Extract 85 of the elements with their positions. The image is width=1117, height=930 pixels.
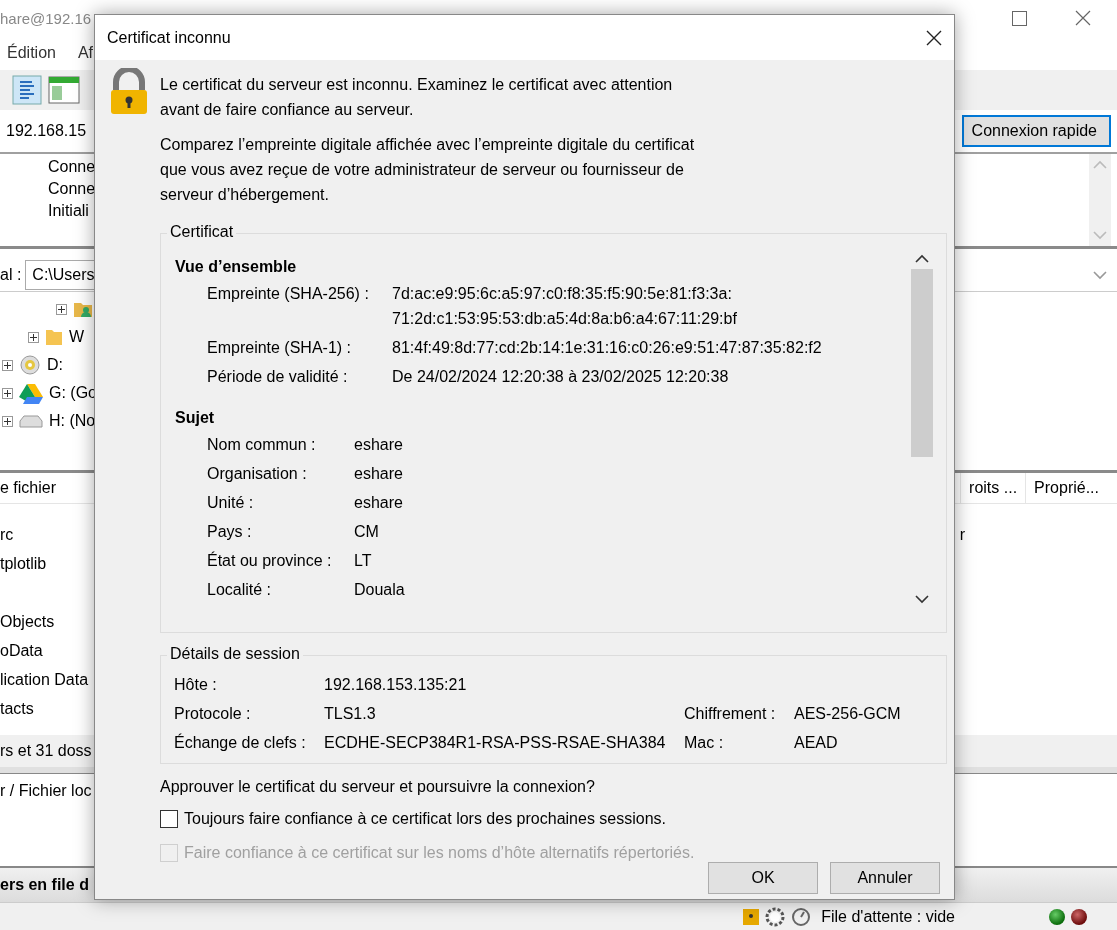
- field-value: TLS1.3: [324, 704, 377, 724]
- field-value: eshare: [354, 493, 404, 513]
- dialog-title: Certificat inconnu: [107, 28, 231, 47]
- question-text: Approuver le certificat du serveur et poursuivre la connexion?: [160, 778, 596, 796]
- column-header[interactable]: e fichier: [0, 479, 57, 497]
- scroll-thumb[interactable]: [911, 269, 933, 457]
- field-label: Hôte :: [174, 675, 218, 695]
- dialog-button[interactable]: Annuler: [830, 862, 940, 894]
- expand-toggle[interactable]: [2, 359, 13, 371]
- triangle-logo-icon: [19, 382, 43, 404]
- field-value: ECDHE-SECP384R1-RSA-PSS-RSAE-SHA384: [324, 733, 667, 753]
- section-heading: Sujet: [175, 407, 216, 428]
- intro-text: Le certificat du serveur est inconnu. Examinez le certificat avec attention avant de faire confiance au serveur.: [160, 75, 674, 120]
- field-label: Chiffrement :: [684, 704, 777, 724]
- field-label: Localité :: [207, 580, 273, 600]
- tree-item[interactable]: H: (No: [49, 412, 96, 430]
- menu-item[interactable]: Af: [77, 44, 94, 62]
- field-label: Échange de clefs :: [174, 732, 307, 753]
- log-line: Conne: [48, 158, 96, 176]
- field-value: Douala: [354, 580, 406, 600]
- field-value: LT: [354, 551, 373, 571]
- field-label: Nom commun :: [207, 435, 317, 455]
- file-name[interactable]: lication Data: [0, 670, 89, 689]
- expand-toggle[interactable]: [28, 331, 39, 343]
- queue-status: File d'attente : vide: [821, 907, 955, 926]
- folder-icon: [45, 327, 63, 347]
- field-value: AES-256-GCM: [794, 704, 902, 724]
- field-label: État ou province :: [207, 550, 333, 571]
- file-name[interactable]: tplotlib: [0, 554, 47, 573]
- field-value: 7d:ac:e9:95:6c:a5:97:c0:f8:35:f5:90:5e:81:f3:3a: 71:2d:c1:53:95:53:db:a5:4d:8a:b6:a4:67:11:29:bf: [392, 284, 738, 329]
- status-light: [1049, 908, 1065, 925]
- tree-item[interactable]: D:: [47, 356, 63, 374]
- file-name[interactable]: oData: [0, 641, 43, 660]
- field-value: 81:4f:49:8d:77:cd:2b:14:1e:31:16:c0:26:e9:51:47:87:35:82:f2: [392, 338, 823, 358]
- document-icon[interactable]: [12, 75, 42, 105]
- instruction-text: Comparez l’empreinte digitale affichée avec l’empreinte digitale du certificat que vous avez reçue de votre administrateur de serveur ou fournisseur de serveur d’hébergement.: [160, 135, 696, 205]
- scroll-up-icon[interactable]: [915, 254, 929, 263]
- column-header[interactable]: Proprié...: [1025, 473, 1107, 503]
- column-header[interactable]: r / Fichier loc: [0, 782, 92, 799]
- window-layout-icon[interactable]: [48, 75, 80, 105]
- scroll-down-icon[interactable]: [915, 595, 929, 604]
- field-label: Période de validité :: [207, 367, 349, 387]
- field-label: Protocole :: [174, 704, 252, 724]
- expand-toggle[interactable]: [56, 303, 67, 315]
- file-name[interactable]: tacts: [0, 699, 34, 718]
- file-name[interactable]: rc: [0, 525, 14, 544]
- field-label: Pays :: [207, 522, 253, 542]
- field-label: Mac :: [684, 733, 725, 753]
- queue-tab[interactable]: ers en file d: [0, 876, 89, 894]
- lock-icon: [743, 908, 760, 925]
- expand-toggle[interactable]: [2, 387, 13, 399]
- field-value: eshare: [354, 464, 404, 484]
- field-label: Unité :: [207, 493, 255, 513]
- field-value: eshare: [354, 435, 404, 455]
- log-line: Conne: [48, 180, 96, 198]
- gauge-icon: [791, 906, 812, 927]
- status-light: [1071, 908, 1087, 925]
- disc-drive-icon: [19, 354, 41, 376]
- close-icon[interactable]: [926, 29, 942, 46]
- gear-icon: [765, 906, 786, 927]
- checkbox[interactable]: [160, 810, 178, 828]
- section-heading: Vue d’ensemble: [175, 256, 298, 277]
- field-label: Organisation :: [207, 464, 308, 484]
- checkbox-label[interactable]: Toujours faire confiance à ce certificat lors des prochaines sessions.: [184, 810, 666, 828]
- log-line: Initiali: [48, 202, 90, 220]
- file-name[interactable]: Objects: [0, 612, 55, 631]
- field-label: Empreinte (SHA-1) :: [207, 338, 353, 358]
- field-label: Empreinte (SHA-256) :: [207, 284, 370, 304]
- field-value: AEAD: [794, 733, 839, 753]
- tree-item[interactable]: W: [69, 328, 85, 346]
- field-value: De 24/02/2024 12:20:38 à 23/02/2025 12:20:38: [392, 367, 730, 387]
- maximize-icon[interactable]: [1012, 10, 1027, 26]
- summary-text: rs et 31 doss: [0, 742, 92, 760]
- menu-item[interactable]: Édition: [7, 44, 56, 62]
- quickconnect-button[interactable]: Connexion rapide: [961, 115, 1111, 147]
- field-value: CM: [354, 522, 380, 542]
- dialog-button[interactable]: OK: [708, 862, 818, 894]
- field-value: 192.168.153.135:21: [324, 675, 468, 695]
- file-detail: r: [959, 525, 965, 544]
- window-title: hare@192.16: [0, 9, 92, 27]
- local-site-label: al :: [0, 266, 22, 284]
- hard-drive-icon: [19, 414, 43, 428]
- column-header[interactable]: roits ...: [960, 473, 1026, 503]
- expand-toggle[interactable]: [2, 415, 13, 427]
- dropdown-icon[interactable]: [1093, 270, 1107, 280]
